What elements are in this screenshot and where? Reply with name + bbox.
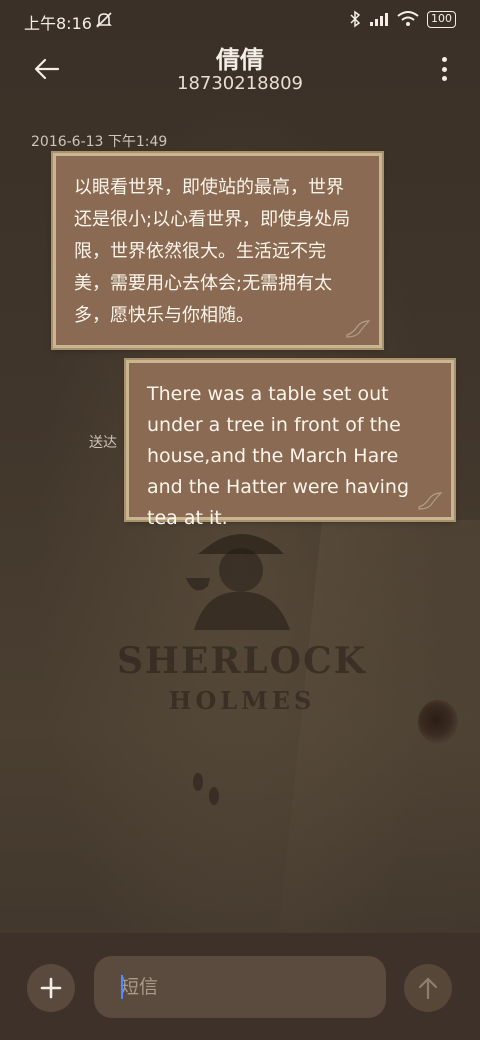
add-icon (40, 977, 62, 999)
contact-name: 倩倩 (216, 46, 264, 74)
add-attachment-button[interactable] (27, 964, 75, 1012)
send-button[interactable] (404, 964, 452, 1012)
sms-input[interactable] (94, 956, 386, 1018)
more-vertical-icon (441, 57, 447, 62)
status-bar: 上午8:16 100 (0, 0, 480, 40)
footprints-icon (193, 773, 219, 805)
sherlock-silhouette-icon (186, 534, 290, 630)
send-arrow-up-icon (418, 977, 438, 1000)
message-timestamp: 2016-6-13 下午1:49 (31, 134, 168, 150)
mute-icon (96, 12, 112, 28)
sent-message-bubble[interactable]: There was a table set out under a tree i… (126, 360, 454, 529)
wallpaper-stain (418, 700, 458, 744)
quill-icon (418, 492, 443, 510)
wallpaper-title-line1: SHERLOCK (117, 640, 367, 682)
wallpaper-title-line2: HOLMES (168, 686, 316, 715)
more-vertical-icon-dot (441, 76, 447, 81)
message-text: There was a table set out under a tree i… (147, 383, 410, 529)
more-vertical-icon-dot (441, 66, 447, 72)
sherlock-holmes-wallpaper-logo: SHERLOCK HOLMES (112, 640, 372, 715)
message-composer (0, 933, 480, 1040)
message-text: 以眼看世界，即使站的最高，世界还是很小;以心看世界，即使身处局限，世界依然很大。… (74, 177, 351, 326)
quill-icon (346, 320, 371, 338)
status-time: 上午8:16 (24, 14, 92, 33)
received-message-bubble[interactable]: 以眼看世界，即使站的最高，世界还是很小;以心看世界，即使身处局限，世界依然很大。… (53, 153, 382, 348)
wifi-icon (397, 11, 419, 26)
conversation-header: 倩倩 18730218809 (0, 40, 480, 110)
signal-icon (370, 13, 388, 26)
bluetooth-icon (350, 10, 361, 28)
text-caret (121, 975, 123, 999)
delivery-status: 送达 (89, 435, 117, 451)
contact-number: 18730218809 (177, 73, 303, 94)
battery-icon: 100 (427, 10, 456, 28)
more-options-button[interactable] (438, 54, 450, 84)
